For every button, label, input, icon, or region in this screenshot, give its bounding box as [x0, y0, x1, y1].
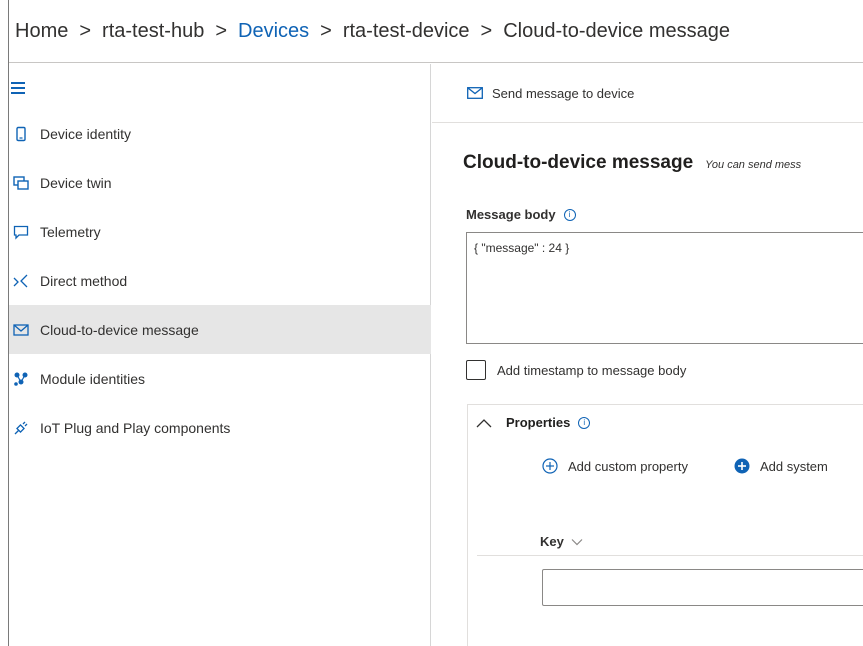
app-frame: Home > rta-test-hub > Devices > rta-test…: [8, 0, 863, 646]
direct-method-icon: [12, 272, 30, 290]
page-description: You can send mess: [705, 159, 802, 171]
breadcrumb-home[interactable]: Home: [15, 20, 68, 43]
breadcrumb-separator: >: [480, 19, 493, 42]
properties-actions: Add custom property Add system: [542, 458, 828, 474]
plug-icon: [12, 419, 30, 437]
key-column-label: Key: [540, 534, 564, 549]
properties-toggle[interactable]: Properties i: [476, 415, 591, 430]
breadcrumb-separator: >: [320, 19, 332, 42]
hamburger-menu-icon[interactable]: [11, 82, 25, 94]
breadcrumb-hub[interactable]: rta-test-hub: [102, 20, 204, 43]
sidebar-item-cloud-to-device-message[interactable]: Cloud-to-device message: [9, 305, 431, 354]
add-custom-property-label: Add custom property: [568, 458, 688, 474]
main-panel: Send message to device Cloud-to-device m…: [432, 64, 863, 646]
key-column-header[interactable]: Key: [540, 534, 583, 549]
sidebar-item-device-twin[interactable]: Device twin: [9, 158, 431, 207]
add-custom-property-button[interactable]: Add custom property: [542, 458, 688, 474]
breadcrumb-device[interactable]: rta-test-device: [343, 20, 470, 43]
breadcrumb-devices[interactable]: Devices: [238, 20, 309, 43]
timestamp-checkbox[interactable]: [466, 360, 486, 380]
sidebar-item-label: Device twin: [40, 174, 112, 191]
properties-section: Properties i Add custom property Add sys…: [467, 404, 863, 646]
send-message-label: Send message to device: [492, 85, 635, 101]
sidebar-item-label: Device identity: [40, 125, 132, 142]
device-twin-icon: [12, 174, 30, 192]
add-filled-icon: [734, 458, 750, 474]
page-title: Cloud-to-device message: [463, 152, 694, 173]
module-icon: [12, 370, 30, 388]
breadcrumb-separator: >: [215, 19, 227, 42]
divider: [477, 555, 863, 556]
chat-icon: [12, 223, 30, 241]
envelope-icon: [467, 87, 483, 99]
key-input[interactable]: [542, 569, 863, 606]
add-system-property-label: Add system: [759, 458, 828, 474]
sidebar-item-label: IoT Plug and Play components: [40, 419, 231, 436]
sidebar-item-label: Telemetry: [40, 223, 101, 240]
breadcrumb-current: Cloud-to-device message: [503, 19, 731, 42]
sidebar-item-direct-method[interactable]: Direct method: [9, 256, 431, 305]
chevron-up-icon: [476, 418, 492, 427]
add-system-property-button[interactable]: Add system: [734, 458, 828, 474]
properties-header: Properties: [506, 415, 571, 430]
sidebar-item-telemetry[interactable]: Telemetry: [9, 207, 431, 256]
title-row: Cloud-to-device message You can send mes…: [463, 152, 801, 174]
info-icon[interactable]: i: [578, 416, 591, 429]
envelope-icon: [12, 321, 30, 339]
add-circle-icon: [542, 458, 558, 474]
info-icon[interactable]: i: [563, 208, 576, 221]
sidebar-item-device-identity[interactable]: Device identity: [9, 109, 431, 158]
message-body-label: Message body i: [466, 207, 576, 222]
sidebar-item-label: Cloud-to-device message: [40, 321, 199, 338]
timestamp-checkbox-label: Add timestamp to message body: [497, 362, 687, 378]
sidebar: Device identity Device twin Telemetry Di…: [9, 64, 431, 646]
sidebar-item-module-identities[interactable]: Module identities: [9, 354, 431, 403]
message-body-label-text: Message body: [466, 207, 556, 222]
sidebar-item-label: Direct method: [40, 272, 128, 289]
sidebar-item-iot-plug-and-play[interactable]: IoT Plug and Play components: [9, 403, 431, 452]
sidebar-item-label: Module identities: [40, 370, 146, 387]
timestamp-checkbox-row[interactable]: Add timestamp to message body: [466, 360, 686, 380]
send-message-button[interactable]: Send message to device: [432, 64, 863, 123]
breadcrumb: Home > rta-test-hub > Devices > rta-test…: [9, 0, 863, 63]
chevron-down-icon: [571, 538, 583, 545]
breadcrumb-separator: >: [79, 19, 92, 42]
phone-icon: [12, 125, 30, 143]
message-body-input[interactable]: { "message" : 24 }: [466, 232, 863, 344]
